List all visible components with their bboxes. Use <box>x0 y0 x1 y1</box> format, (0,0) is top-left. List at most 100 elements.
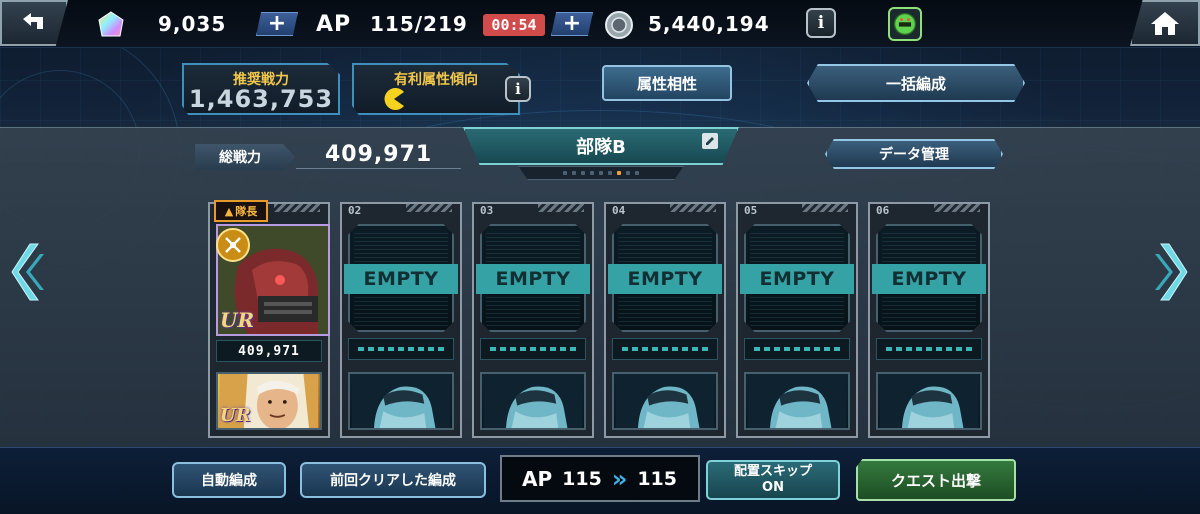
slot-tab-stripes <box>274 204 320 212</box>
unit-power-bar <box>744 338 850 360</box>
pilot-placeholder[interactable] <box>480 372 586 430</box>
slot-tab-stripes <box>406 204 452 212</box>
page-dot <box>590 171 594 175</box>
unit-rank-badge: UR <box>220 308 255 332</box>
recover-ap-button[interactable]: + <box>551 12 593 36</box>
unit-portrait[interactable]: UR <box>216 224 330 336</box>
slot-number: 05 <box>744 204 758 217</box>
edit-team-name-icon[interactable] <box>702 133 718 149</box>
haro-icon <box>893 12 917 36</box>
attribute-info-button[interactable]: i <box>505 76 531 102</box>
power-placeholder <box>622 347 708 351</box>
page-dot-active <box>617 171 621 175</box>
ap-after-value: 115 <box>637 467 677 490</box>
total-power-value: 409,971 <box>325 142 433 167</box>
previous-team-arrow[interactable] <box>10 240 46 304</box>
slot-tab-stripes <box>802 204 848 212</box>
crossed-swords-icon <box>225 237 241 253</box>
deploy-skip-label: 配置スキップ <box>733 463 812 479</box>
page-dot <box>626 171 630 175</box>
ap-arrow-icon: » <box>611 464 628 493</box>
pilot-placeholder[interactable] <box>744 372 850 430</box>
attribute-compat-button[interactable]: 属性相性 <box>602 65 732 101</box>
gem-icon <box>98 11 124 37</box>
slot-number: 04 <box>612 204 626 217</box>
total-power-label: 総戦力 <box>195 144 295 170</box>
page-dot <box>599 171 603 175</box>
auto-formation-button[interactable]: 自動編成 <box>172 462 286 498</box>
data-management-button[interactable]: データ管理 <box>825 139 1003 169</box>
pilot-rank-badge: UR <box>220 405 251 426</box>
deploy-skip-state: ON <box>762 480 784 495</box>
unit-slot-1[interactable]: ▲ 隊長 UR 409,971 UR <box>208 200 330 438</box>
leader-tag-label: 隊長 <box>235 205 258 218</box>
default-pilot-silhouette <box>879 374 979 428</box>
ap-before-value: 115 <box>562 467 602 490</box>
ap-value: 115/219 <box>370 12 468 36</box>
empty-label: EMPTY <box>740 264 854 294</box>
back-arrow-icon <box>23 13 43 29</box>
unit-power-bar: 409,971 <box>216 340 322 362</box>
leader-tag: ▲ 隊長 <box>214 200 268 222</box>
unit-slot-4[interactable]: 04 EMPTY <box>604 202 726 438</box>
ap-label: AP <box>316 11 352 37</box>
previous-clear-formation-button[interactable]: 前回クリアした編成 <box>300 462 486 498</box>
deploy-skip-toggle[interactable]: 配置スキップ ON <box>706 460 840 500</box>
default-pilot-silhouette <box>615 374 715 428</box>
default-pilot-silhouette <box>747 374 847 428</box>
unit-slot-5[interactable]: 05 EMPTY <box>736 202 858 438</box>
default-pilot-silhouette <box>351 374 451 428</box>
gem-count: 9,035 <box>158 12 227 36</box>
ap-cost-label: AP <box>522 466 553 491</box>
ap-cost-box: AP 115 » 115 <box>500 455 700 502</box>
attribute-icon <box>384 88 404 110</box>
unit-power-bar <box>480 338 586 360</box>
page-dot <box>572 171 576 175</box>
team-name-tab[interactable]: 部隊B <box>463 127 739 165</box>
power-placeholder <box>358 347 444 351</box>
advantage-attribute-panel: 有利属性傾向 <box>352 63 520 115</box>
slot-number: 03 <box>480 204 494 217</box>
quest-sortie-button[interactable]: クエスト出撃 <box>856 459 1016 501</box>
page-dot <box>608 171 612 175</box>
unit-slot-3[interactable]: 03 EMPTY <box>472 202 594 438</box>
power-placeholder <box>886 347 972 351</box>
leader-arrow-icon: ▲ <box>224 204 234 218</box>
pilot-placeholder[interactable] <box>348 372 454 430</box>
unit-power-value: 409,971 <box>238 343 300 359</box>
unit-power-bar <box>348 338 454 360</box>
empty-label: EMPTY <box>344 264 458 294</box>
home-icon <box>1151 12 1179 35</box>
pilot-portrait[interactable]: UR <box>216 372 322 430</box>
home-button[interactable] <box>1130 0 1200 46</box>
pilot-placeholder[interactable] <box>876 372 982 430</box>
next-team-arrow[interactable] <box>1153 240 1189 304</box>
info-button[interactable]: i <box>806 8 836 38</box>
slot-tab-stripes <box>670 204 716 212</box>
capital-coin-icon <box>605 11 633 39</box>
unit-power-bar <box>876 338 982 360</box>
haro-menu-button[interactable] <box>888 7 922 41</box>
slot-number: 06 <box>876 204 890 217</box>
top-bar: 9,035 + AP 115/219 00:54 + 5,440,194 i <box>0 0 1200 48</box>
recommended-power-panel: 推奨戦力 1,463,753 <box>182 63 340 115</box>
page-dot <box>635 171 639 175</box>
buy-gems-button[interactable]: + <box>256 12 298 36</box>
default-pilot-silhouette <box>483 374 583 428</box>
pilot-placeholder[interactable] <box>612 372 718 430</box>
capital-count: 5,440,194 <box>648 12 770 36</box>
slot-tab-stripes <box>934 204 980 212</box>
total-power-underline <box>296 168 461 169</box>
bulk-formation-button[interactable]: 一括編成 <box>807 64 1025 102</box>
chevron-left-icon <box>11 243 44 301</box>
page-dot <box>563 171 567 175</box>
back-button[interactable] <box>0 0 68 46</box>
page-dot <box>581 171 585 175</box>
recommended-power-value: 1,463,753 <box>188 85 334 113</box>
empty-label: EMPTY <box>872 264 986 294</box>
unit-slot-6[interactable]: 06 EMPTY <box>868 202 990 438</box>
attribute-badge <box>216 228 250 262</box>
advantage-attribute-label: 有利属性傾向 <box>394 72 478 88</box>
chevron-right-icon <box>1155 243 1188 301</box>
unit-slot-2[interactable]: 02 EMPTY <box>340 202 462 438</box>
